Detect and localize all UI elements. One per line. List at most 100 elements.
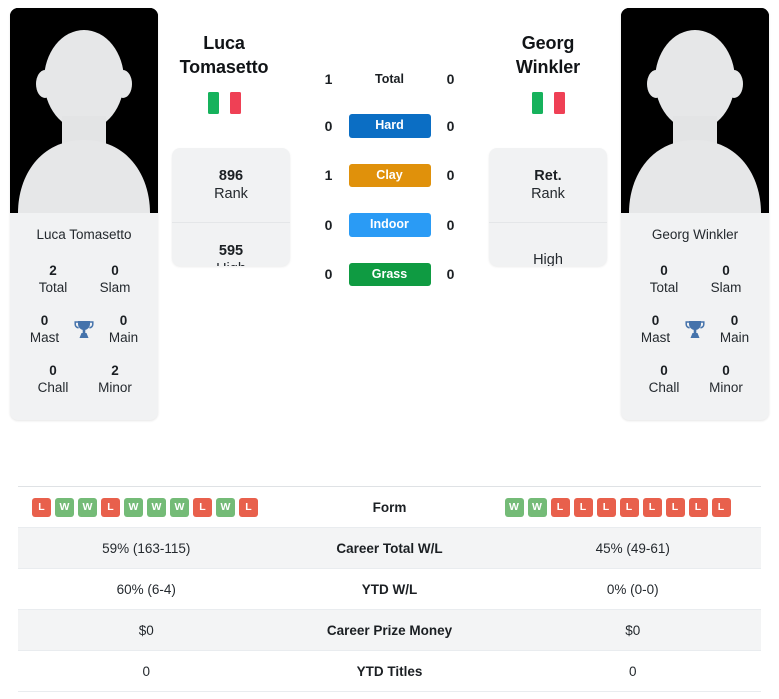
form-badge-loss: L (32, 497, 51, 517)
left-chall-titles: 0 Chall (22, 363, 84, 397)
right-high-cell: High (489, 223, 607, 266)
table-row-ytd-wl: 60% (6-4) YTD W/L 0% (0-0) (18, 569, 761, 610)
h2h-row-indoor: 0 Indoor 0 (316, 213, 464, 237)
form-badge-loss: L (193, 497, 212, 517)
surface-badge-grass[interactable]: Grass (348, 262, 431, 286)
right-rank-label: Rank (531, 186, 565, 202)
left-main-titles: 0 Main (101, 313, 146, 347)
right-slam-titles-value: 0 (722, 263, 730, 279)
right-slam-titles: 0 Slam (695, 263, 757, 297)
left-career-total-wl: 59% (163-115) (102, 540, 191, 556)
right-mast-titles-label: Mast (640, 329, 671, 345)
left-total-titles-label: Total (38, 280, 68, 296)
left-high-cell: 595 High (172, 223, 290, 266)
trophy-icon (67, 318, 101, 342)
right-player-last-name: Winkler (515, 56, 581, 77)
h2h-total-left-score: 1 (324, 71, 333, 87)
left-rank-label: Rank (214, 186, 248, 202)
left-minor-titles: 2 Minor (84, 363, 146, 397)
right-high-label: High (533, 251, 563, 266)
form-badge-loss: L (665, 497, 685, 517)
right-player-photo-card[interactable]: Georg Winkler 0 Total 0 Slam 0 Mast 0 Ma… (621, 8, 769, 421)
left-player-last-name: Tomasetto (179, 56, 269, 77)
left-chall-titles-value: 0 (49, 362, 57, 378)
right-total-titles-value: 0 (660, 263, 668, 279)
h2h-row-hard: 0 Hard 0 (316, 114, 464, 138)
h2h-clay-left-score: 1 (324, 167, 333, 184)
left-minor-titles-value: 2 (111, 362, 119, 378)
right-main-titles-label: Main (719, 329, 750, 345)
left-titles-row-2: 0 Mast 0 Main (16, 307, 152, 357)
right-player-photo-name: Georg Winkler (651, 227, 739, 242)
table-row-career-prize-money: $0 Career Prize Money $0 (18, 610, 761, 651)
form-badge-loss: L (550, 497, 570, 517)
table-row-ytd-titles: 0 YTD Titles 0 (18, 651, 761, 692)
right-titles-row-2: 0 Mast 0 Main (627, 307, 763, 357)
left-main-titles-value: 0 (119, 312, 128, 328)
left-player-info-card: 896 Rank 595 High 27 Age Plays (172, 148, 290, 266)
h2h-row-clay: 1 Clay 0 (316, 163, 464, 187)
form-badge-win: W (55, 497, 74, 517)
comparison-header: Luca Tomasetto 2 Total 0 Slam 0 Mast 0 M… (0, 0, 779, 478)
left-form-badges: LWWLWWWLWL (18, 497, 275, 517)
right-chall-titles: 0 Chall (633, 363, 695, 397)
form-badge-win: W (78, 497, 97, 517)
h2h-hard-right-score: 0 (446, 117, 455, 134)
right-ytd-wl: 0% (0-0) (606, 581, 659, 597)
form-badge-loss: L (688, 497, 708, 517)
surface-badge-clay[interactable]: Clay (348, 163, 431, 187)
row-label-ytd-wl: YTD W/L (361, 581, 418, 597)
form-badge-win: W (170, 497, 189, 517)
form-badge-win: W (147, 497, 166, 517)
h2h-grass-left-score: 0 (324, 266, 333, 283)
row-label-career-total-wl: Career Total W/L (336, 540, 443, 556)
right-mast-titles: 0 Mast (633, 313, 678, 347)
surface-badge-indoor[interactable]: Indoor (348, 213, 431, 237)
right-chall-titles-label: Chall (648, 379, 680, 395)
right-career-total-wl: 45% (49-61) (595, 540, 670, 556)
trophy-icon (678, 318, 712, 342)
form-badge-loss: L (239, 497, 258, 517)
right-player-info-card: Ret. Rank High 27 Age Plays (489, 148, 607, 266)
h2h-grass-right-score: 0 (446, 266, 455, 283)
right-main-titles-value: 0 (730, 312, 739, 328)
surface-badge-hard[interactable]: Hard (348, 114, 431, 138)
left-rank-cell: 896 Rank (172, 148, 290, 223)
italy-flag-icon (207, 91, 241, 114)
left-total-titles-value: 2 (49, 263, 57, 279)
left-ytd-titles: 0 (142, 663, 150, 679)
h2h-indoor-left-score: 0 (324, 216, 333, 233)
h2h-total-label: Total (375, 72, 404, 86)
left-player-photo-name: Luca Tomasetto (36, 227, 132, 242)
form-badge-win: W (504, 497, 524, 517)
right-minor-titles: 0 Minor (695, 363, 757, 397)
h2h-indoor-label-wrap: Indoor (342, 213, 438, 237)
row-label-career-prize-money: Career Prize Money (326, 622, 453, 638)
left-career-prize-money: $0 (138, 622, 154, 638)
right-chall-titles-value: 0 (660, 362, 668, 378)
left-player-photo-card[interactable]: Luca Tomasetto 2 Total 0 Slam 0 Mast 0 M… (10, 8, 158, 421)
row-label-form: Form (372, 499, 407, 515)
left-player-name-block: Luca Tomasetto (165, 8, 283, 126)
form-badge-loss: L (619, 497, 639, 517)
left-mast-titles-value: 0 (40, 312, 49, 328)
right-rank-cell: Ret. Rank (489, 148, 607, 223)
table-row-form: LWWLWWWLWL Form WWLLLLLLLL (18, 487, 761, 528)
right-total-titles: 0 Total (633, 263, 695, 297)
left-player-titles-grid: 2 Total 0 Slam 0 Mast 0 Main 0 Chall 2 M… (10, 257, 158, 420)
right-ytd-titles: 0 (628, 663, 637, 679)
form-badge-win: W (527, 497, 547, 517)
right-titles-row-3: 0 Chall 0 Minor (627, 357, 763, 407)
h2h-hard-label-wrap: Hard (342, 114, 438, 138)
h2h-clay-label-wrap: Clay (342, 163, 438, 187)
form-badge-loss: L (642, 497, 662, 517)
left-titles-row-1: 2 Total 0 Slam (16, 257, 152, 307)
left-player-avatar (10, 8, 158, 213)
left-chall-titles-label: Chall (37, 379, 69, 395)
right-total-titles-label: Total (649, 280, 679, 296)
left-high-label: High (216, 260, 246, 266)
h2h-grass-label-wrap: Grass (342, 262, 438, 286)
form-badge-loss: L (101, 497, 120, 517)
right-minor-titles-label: Minor (709, 379, 743, 395)
form-badge-win: W (216, 497, 235, 517)
